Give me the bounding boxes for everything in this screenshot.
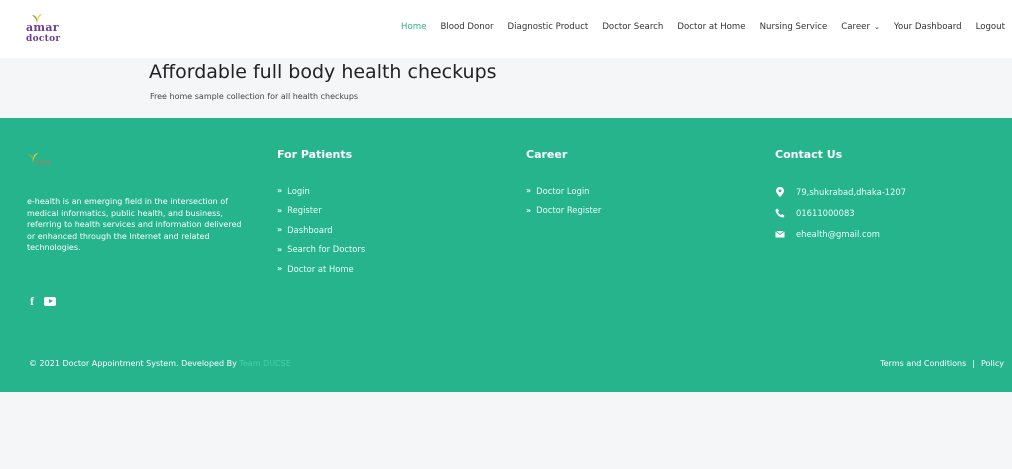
developer-link[interactable]: Team DUCSE [239,359,290,368]
site-logo[interactable]: amar doctor [22,13,74,47]
site-header: amar doctor Home Blood Donor Diagnostic … [0,0,1012,58]
footer-col-contact: Contact Us 79,shukrabad,dhaka-1207 01611… [775,148,906,239]
footer-logo [28,153,51,165]
site-footer: e-health is an emerging field in the int… [0,118,1012,392]
terms-link[interactable]: Terms and Conditions [880,359,966,368]
main-nav: Home Blood Donor Diagnostic Product Doct… [387,22,1005,32]
page-bottom-area [0,392,1012,469]
nav-doctor-search[interactable]: Doctor Search [602,22,663,32]
double-chevron-right-icon: » [277,264,283,274]
nav-career-label: Career [841,22,870,32]
nav-blood-donor[interactable]: Blood Donor [440,22,493,32]
double-chevron-right-icon: » [277,186,283,196]
footer-link-doctor-login[interactable]: » Doctor Login [526,181,726,201]
banner-subtitle: Free home sample collection for all heal… [150,92,359,101]
contact-phone: 01611000083 [775,202,975,223]
nav-diagnostic-product[interactable]: Diagnostic Product [508,22,589,32]
career-heading: Career [526,148,568,161]
double-chevron-right-icon: » [526,186,532,196]
nav-home[interactable]: Home [401,22,426,32]
facebook-icon[interactable]: f [30,294,34,309]
youtube-icon[interactable] [44,297,56,306]
chevron-down-icon: ⌄ [873,23,880,31]
footer-link-search-doctors[interactable]: » Search for Doctors [277,240,477,260]
footer-link-login[interactable]: » Login [277,181,477,201]
nav-doctor-at-home[interactable]: Doctor at Home [677,22,745,32]
contact-email[interactable]: ehealth@gmail.com [775,223,975,244]
nav-logout[interactable]: Logout [976,22,1005,32]
hero-banner: Affordable full body health checkups Fre… [0,58,1012,118]
social-links: f [30,294,56,309]
footer-link-doctor-register[interactable]: » Doctor Register [526,201,726,221]
envelope-icon [775,230,785,237]
nav-nursing-service[interactable]: Nursing Service [760,22,828,32]
footer-col-patients: For Patients » Login » Register » Dashboard… [277,148,365,274]
nav-your-dashboard[interactable]: Your Dashboard [894,22,962,32]
footer-about-text: e-health is an emerging field in the int… [27,197,242,253]
footer-col-career: Career » Doctor Login » Doctor Register [526,148,601,215]
policy-link[interactable]: Policy [981,359,1004,368]
contact-heading: Contact Us [775,148,843,161]
banner-title: Affordable full body health checkups [149,61,497,83]
footer-link-doctor-at-home[interactable]: » Doctor at Home [277,259,477,279]
legal-links: Terms and Conditions | Policy [880,359,1004,368]
double-chevron-right-icon: » [277,244,283,254]
copyright-text: © 2021 Doctor Appointment System. Develo… [29,359,291,368]
phone-icon [775,208,785,218]
double-chevron-right-icon: » [277,225,283,235]
footer-link-register[interactable]: » Register [277,201,477,221]
logo-text: amar doctor [26,21,61,44]
nav-career[interactable]: Career ⌄ [841,22,880,32]
map-pin-icon [776,186,784,197]
patients-heading: For Patients [277,148,353,161]
double-chevron-right-icon: » [277,205,283,215]
double-chevron-right-icon: » [526,205,532,215]
contact-address: 79,shukrabad,dhaka-1207 [775,181,975,202]
legal-separator: | [972,359,975,368]
footer-link-dashboard[interactable]: » Dashboard [277,220,477,240]
